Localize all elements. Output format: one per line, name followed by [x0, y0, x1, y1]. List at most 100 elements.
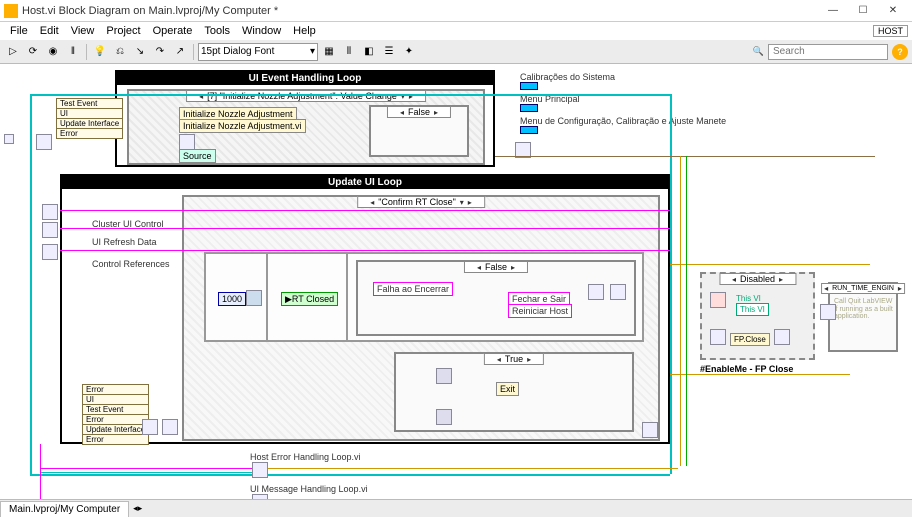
rt-closed-indicator[interactable]: ▶RT Closed	[281, 292, 338, 306]
tunnel-icon-1[interactable]	[42, 204, 58, 220]
link-calib[interactable]: Calibrações do Sistema	[520, 72, 615, 82]
flat-sequence[interactable]: 1000 ▶RT Closed ◂ False ▸ Falha ao Encer…	[204, 252, 644, 342]
this-vi-prop[interactable]: This VI	[736, 303, 769, 316]
runtime-case[interactable]: ◂ RUN_TIME_ENGIN ▸ Call Quit LabVIEW if …	[828, 282, 898, 352]
source-terminal[interactable]: Source	[179, 149, 216, 163]
inner-false-case-selector[interactable]: ◂ False ▸	[464, 261, 528, 273]
dialog-icon[interactable]	[588, 284, 604, 300]
icon-i[interactable]	[436, 409, 452, 425]
tunnel-icon-2[interactable]	[42, 222, 58, 238]
font-selector[interactable]: 15pt Dialog Font▾	[198, 43, 318, 61]
tabbar: Main.lvproj/My Computer ◂ ▸	[0, 499, 912, 517]
vi-ref-icon[interactable]	[710, 292, 726, 308]
prop-node-icon[interactable]	[710, 329, 726, 345]
chevron-left-icon[interactable]: ◂	[824, 284, 828, 293]
menu-edit[interactable]: Edit	[34, 25, 65, 37]
ui-event-loop[interactable]: UI Event Handling Loop ◂ [7] "Initialize…	[115, 70, 495, 167]
close-ref-icon-2[interactable]	[774, 329, 790, 345]
chevron-left-icon[interactable]: ◂	[477, 263, 481, 272]
minimize-button[interactable]: —	[818, 1, 848, 21]
bundle-update-ui[interactable]: Error UI Test Event Error Update Interfa…	[82, 384, 149, 445]
inner-false-case[interactable]: ◂ False ▸ Falha ao Encerrar Fechar e Sai…	[356, 260, 636, 336]
close-ref-icon[interactable]	[610, 284, 626, 300]
chevron-right-icon[interactable]: ▸	[511, 263, 515, 272]
highlight-button[interactable]: 💡	[91, 43, 109, 61]
cleanup-button[interactable]: ✦	[400, 43, 418, 61]
node-init-nozzle-vi[interactable]: Initialize Nozzle Adjustment.vi	[179, 119, 306, 133]
run-cont-button[interactable]: ⟳	[24, 43, 42, 61]
chevron-left-icon[interactable]: ◂	[497, 355, 501, 364]
menu-file[interactable]: File	[4, 25, 34, 37]
resize-button[interactable]: ◧	[360, 43, 378, 61]
compound-icon[interactable]	[642, 422, 658, 438]
tunnel-icon-3[interactable]	[42, 244, 58, 260]
merge-icon[interactable]	[162, 419, 178, 435]
inner-case-false[interactable]: ◂ False ▸	[369, 105, 469, 157]
exit-const[interactable]: Exit	[496, 382, 519, 396]
event-case-selector[interactable]: ◂ [7] "Initialize Nozzle Adjustment": Va…	[186, 90, 426, 102]
fp-close-method[interactable]: FP.Close	[730, 333, 770, 346]
close-button[interactable]: ✕	[878, 1, 908, 21]
chevron-right-icon[interactable]: ▸	[468, 198, 472, 207]
unbundle-icon[interactable]	[142, 419, 158, 435]
subvi-icon-2[interactable]	[36, 134, 52, 150]
disabled-structure[interactable]: ◂ Disabled ▸ This VI This VI FP.Close	[700, 272, 815, 360]
event-structure[interactable]: ◂ [7] "Initialize Nozzle Adjustment": Va…	[127, 89, 485, 165]
menu-help[interactable]: Help	[287, 25, 322, 37]
fail-msg-const[interactable]: Falha ao Encerrar	[373, 282, 453, 296]
tab-scroll-right[interactable]: ▸	[138, 503, 143, 514]
reiniciar-btn-const[interactable]: Reiniciar Host	[508, 304, 572, 318]
menu-operate[interactable]: Operate	[147, 25, 199, 37]
app-ref-icon[interactable]	[820, 304, 836, 320]
subvi-icon[interactable]	[179, 134, 195, 150]
bundle-ui-event[interactable]: Test Event UI Update Interface Error	[56, 98, 123, 139]
disabled-case-selector[interactable]: ◂ Disabled ▸	[719, 273, 796, 285]
step-over-button[interactable]: ↷	[151, 43, 169, 61]
icon-n[interactable]	[436, 368, 452, 384]
chevron-right-icon[interactable]: ▸	[779, 275, 783, 284]
menu-window[interactable]: Window	[236, 25, 287, 37]
wait-icon[interactable]	[246, 290, 262, 306]
ctl-ref-3[interactable]	[520, 126, 538, 134]
abort-button[interactable]: ◉	[44, 43, 62, 61]
menu-tools[interactable]: Tools	[198, 25, 236, 37]
host-error-loop-subvi[interactable]	[252, 462, 268, 478]
chevron-left-icon[interactable]: ◂	[400, 108, 404, 117]
update-ui-case[interactable]: ◂ "Confirm RT Close" ▾ ▸ 1000 ▶RT Closed	[182, 195, 660, 441]
reorder-button[interactable]: ☰	[380, 43, 398, 61]
retain-button[interactable]: ⎌	[111, 43, 129, 61]
chevron-right-icon[interactable]: ▸	[434, 108, 438, 117]
inner-true-case-selector[interactable]: ◂ True ▸	[484, 353, 544, 365]
help-button[interactable]: ?	[892, 44, 908, 60]
terminal-input[interactable]	[4, 134, 14, 144]
maximize-button[interactable]: ☐	[848, 1, 878, 21]
update-ui-loop[interactable]: Update UI Loop ◂ "Confirm RT Close" ▾ ▸ …	[60, 174, 670, 444]
chevron-down-icon[interactable]: ▾	[460, 198, 464, 207]
distribute-button[interactable]: ⫴	[340, 43, 358, 61]
block-diagram-canvas[interactable]: UI Event Handling Loop ◂ [7] "Initialize…	[0, 64, 912, 504]
pause-button[interactable]: ‖	[64, 43, 82, 61]
menu-project[interactable]: Project	[100, 25, 146, 37]
menu-view[interactable]: View	[65, 25, 101, 37]
const-1000[interactable]: 1000	[218, 292, 246, 306]
chevron-right-icon[interactable]: ▸	[527, 355, 531, 364]
run-button[interactable]: ▷	[4, 43, 22, 61]
align-button[interactable]: ▦	[320, 43, 338, 61]
step-out-button[interactable]: ↗	[171, 43, 189, 61]
search-input[interactable]	[768, 44, 888, 60]
inner-case-false-selector[interactable]: ◂ False ▸	[387, 106, 451, 118]
runtime-case-selector[interactable]: ◂ RUN_TIME_ENGIN ▸	[821, 283, 905, 294]
chevron-left-icon[interactable]: ◂	[199, 92, 203, 101]
chevron-right-icon[interactable]: ▸	[409, 92, 413, 101]
ctl-ref-2[interactable]	[520, 104, 538, 112]
project-tab[interactable]: Main.lvproj/My Computer	[0, 501, 129, 517]
chevron-left-icon[interactable]: ◂	[370, 198, 374, 207]
chevron-left-icon[interactable]: ◂	[732, 275, 736, 284]
inner-true-case[interactable]: ◂ True ▸ Exit	[394, 352, 634, 432]
chevron-right-icon[interactable]: ▸	[898, 284, 902, 293]
link-menu-config[interactable]: Menu de Configuração, Calibração e Ajust…	[520, 116, 726, 126]
step-into-button[interactable]: ↘	[131, 43, 149, 61]
chevron-down-icon[interactable]: ▾	[401, 92, 405, 101]
update-ui-case-selector[interactable]: ◂ "Confirm RT Close" ▾ ▸	[357, 196, 485, 208]
ctl-ref-1[interactable]	[520, 82, 538, 90]
